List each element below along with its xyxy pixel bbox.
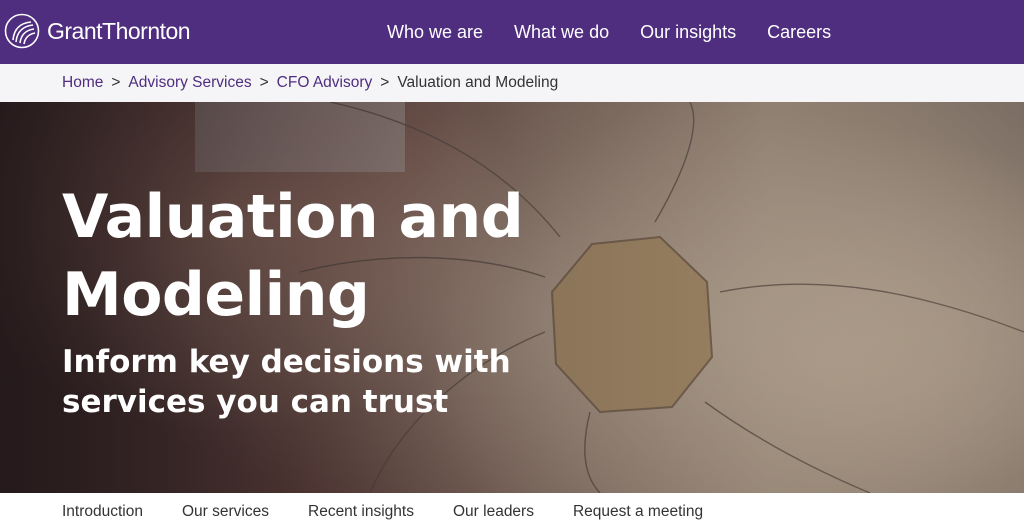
breadcrumb-separator: > — [259, 74, 269, 91]
section-nav-our-services[interactable]: Our services — [182, 503, 269, 521]
breadcrumb: Home > Advisory Services > CFO Advisory … — [0, 64, 1024, 102]
site-header: GrantThornton Who we are What we do Our … — [0, 0, 1024, 64]
logo-text: GrantThornton — [47, 17, 191, 44]
breadcrumb-home[interactable]: Home — [62, 74, 103, 92]
section-nav-introduction[interactable]: Introduction — [62, 503, 143, 521]
page-subtitle: Inform key decisions with services you c… — [62, 344, 511, 420]
section-nav-recent-insights[interactable]: Recent insights — [308, 503, 414, 521]
nav-careers[interactable]: Careers — [767, 22, 831, 43]
nav-our-insights[interactable]: Our insights — [640, 22, 736, 43]
section-nav: Introduction Our services Recent insight… — [0, 493, 1024, 531]
section-nav-our-leaders[interactable]: Our leaders — [453, 503, 534, 521]
hero-banner: Valuation and Modeling Inform key decisi… — [0, 102, 1024, 493]
page-title: Valuation and Modeling — [62, 182, 524, 330]
breadcrumb-advisory-services[interactable]: Advisory Services — [128, 74, 251, 92]
breadcrumb-separator: > — [111, 74, 121, 91]
nav-who-we-are[interactable]: Who we are — [387, 22, 483, 43]
grant-thornton-logo-icon — [4, 13, 40, 49]
nav-what-we-do[interactable]: What we do — [514, 22, 609, 43]
grant-thornton-logo[interactable]: GrantThornton — [4, 12, 191, 50]
section-nav-request-meeting[interactable]: Request a meeting — [573, 503, 703, 521]
breadcrumb-current: Valuation and Modeling — [397, 74, 559, 91]
breadcrumb-cfo-advisory[interactable]: CFO Advisory — [277, 74, 373, 92]
breadcrumb-separator: > — [380, 74, 390, 91]
main-nav: Who we are What we do Our insights Caree… — [387, 0, 862, 64]
